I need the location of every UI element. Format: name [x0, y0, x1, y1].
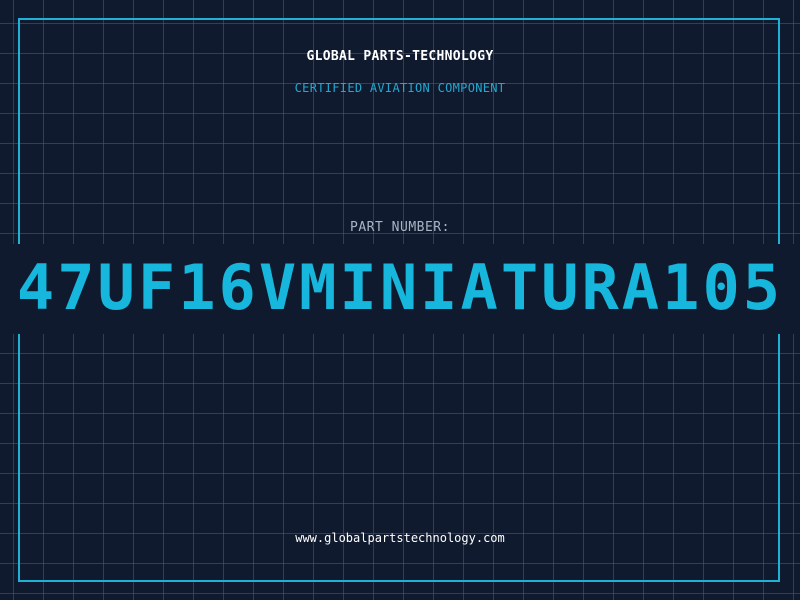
certification-subtitle: CERTIFIED AVIATION COMPONENT: [294, 81, 506, 95]
part-number-label: PART NUMBER:: [350, 220, 450, 235]
part-number-value: 47UF16VMINIATURA105: [16, 251, 784, 324]
company-name: GLOBAL PARTS-TECHNOLOGY: [306, 49, 494, 64]
website-url: www.globalpartstechnology.com: [295, 531, 505, 545]
part-number-band: 47UF16VMINIATURA105: [0, 244, 800, 334]
